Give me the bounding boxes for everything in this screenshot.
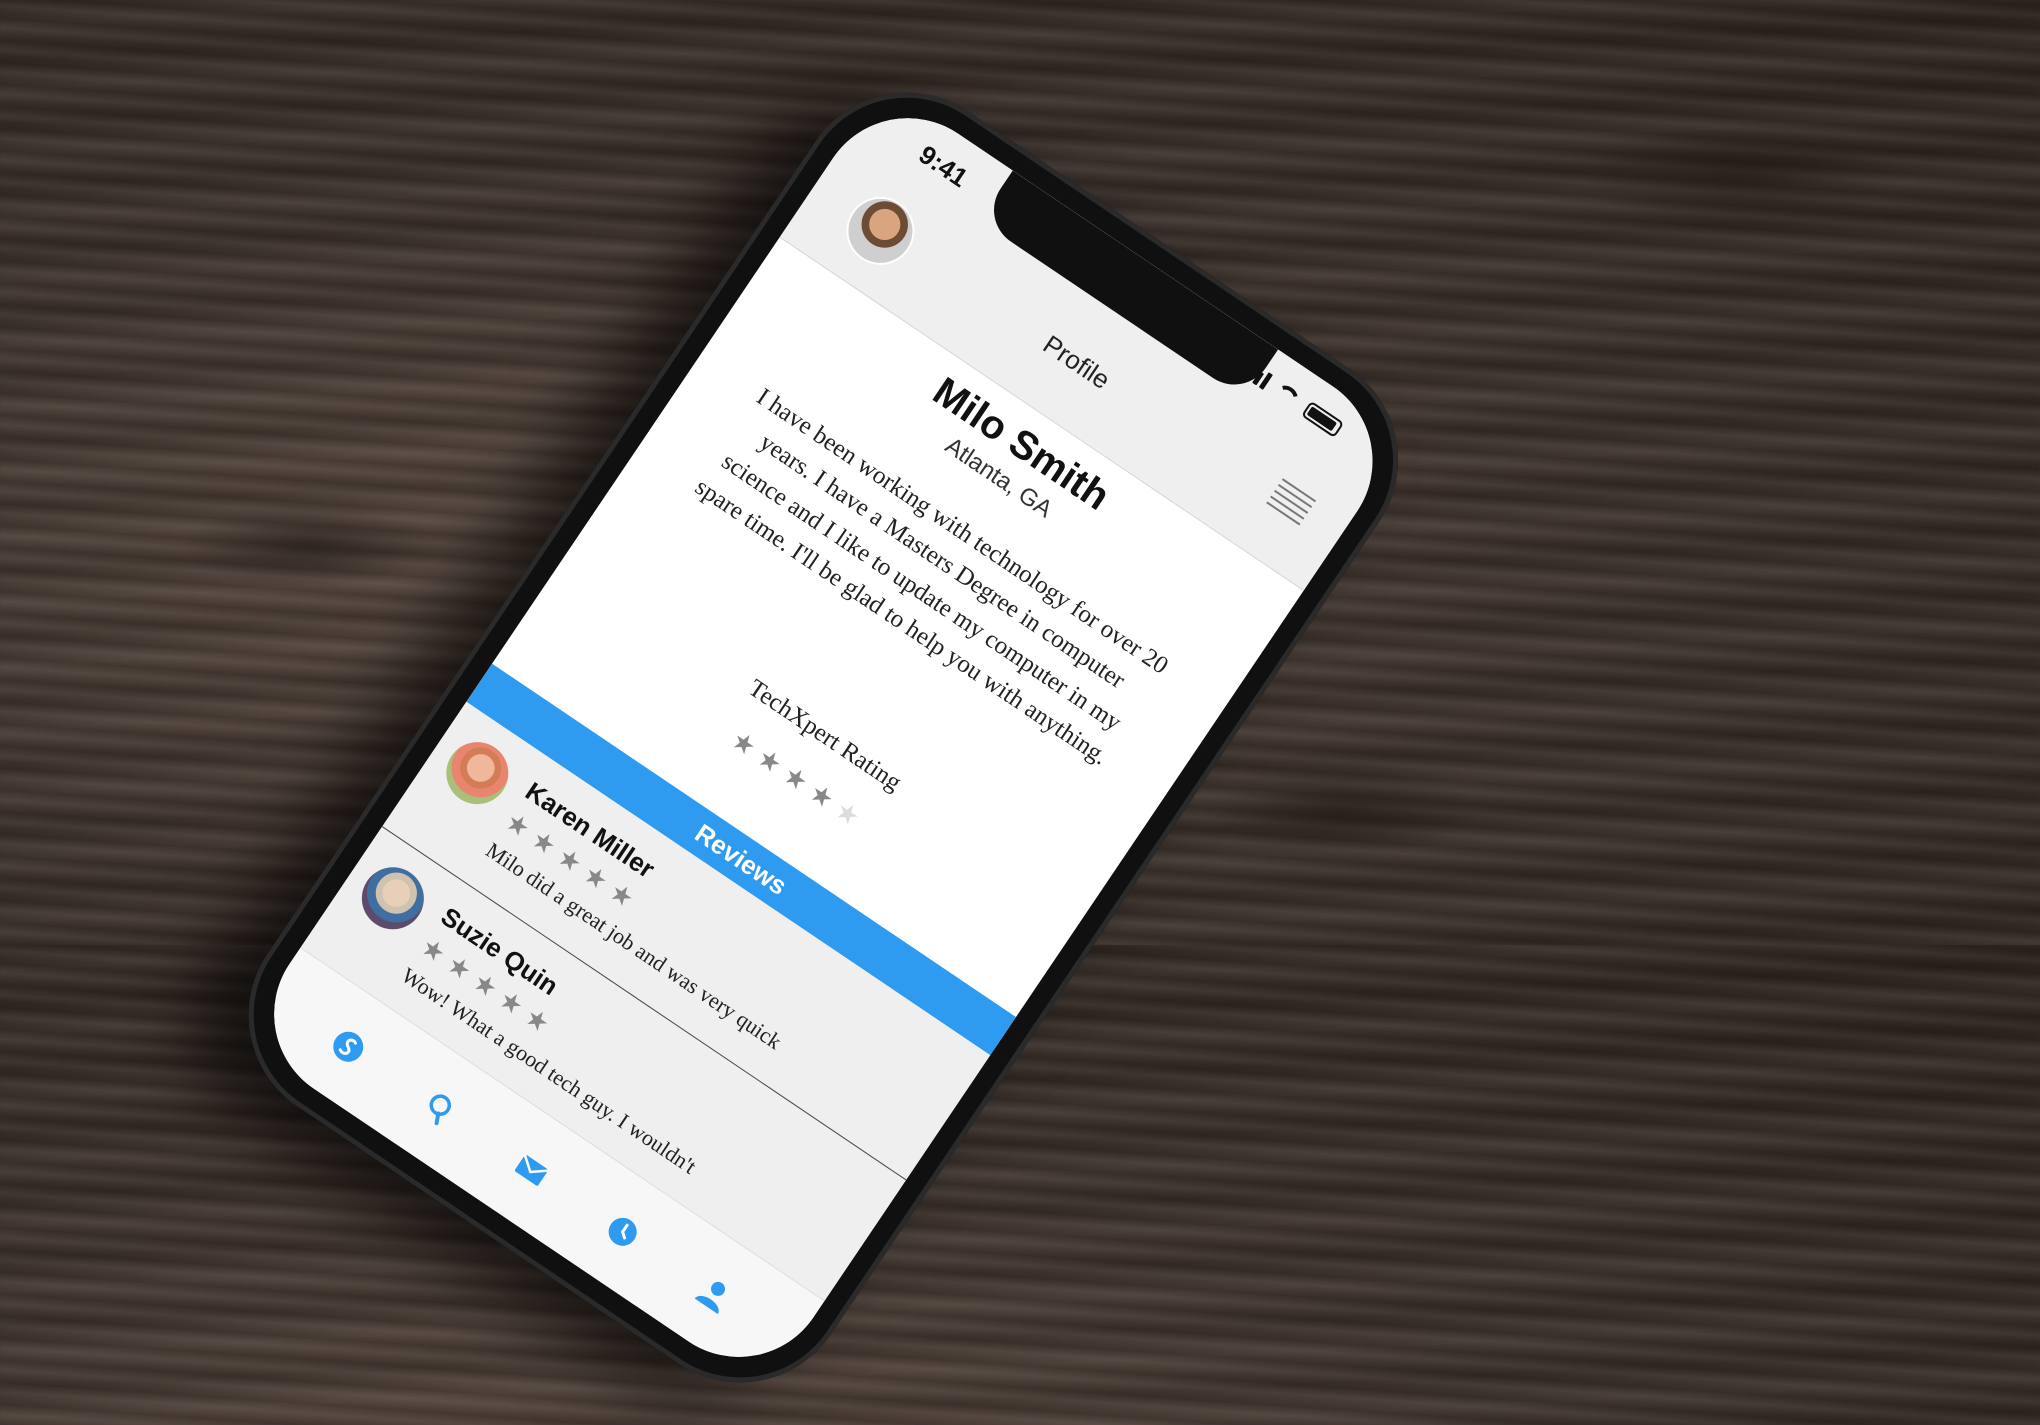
star-filled-icon: ★ xyxy=(519,1001,556,1039)
star-filled-icon: ★ xyxy=(467,965,504,1004)
battery-icon xyxy=(1301,400,1345,438)
tab-search[interactable] xyxy=(412,1080,468,1136)
star-empty-icon: ★ xyxy=(829,794,866,833)
home-icon xyxy=(333,1031,364,1062)
star-filled-icon: ★ xyxy=(803,776,840,815)
star-filled-icon: ★ xyxy=(777,759,815,798)
star-filled-icon: ★ xyxy=(500,805,537,844)
wifi-icon xyxy=(1271,381,1303,410)
star-filled-icon: ★ xyxy=(551,840,589,879)
reviewer-avatar xyxy=(434,730,521,817)
star-filled-icon: ★ xyxy=(415,930,452,969)
star-filled-icon: ★ xyxy=(725,724,763,763)
tab-history[interactable] xyxy=(595,1204,651,1260)
star-filled-icon: ★ xyxy=(751,741,789,780)
app-screen: 9:41 Profile Milo Smith Atlanta, GA I ha… xyxy=(239,83,1408,1392)
phone-mockup: 9:41 Profile Milo Smith Atlanta, GA I ha… xyxy=(205,50,1441,1425)
mail-icon xyxy=(515,1154,549,1186)
clock-icon xyxy=(609,1217,638,1246)
search-icon xyxy=(429,1093,451,1125)
tab-messages[interactable] xyxy=(504,1142,560,1198)
tab-home[interactable] xyxy=(321,1019,377,1075)
star-filled-icon: ★ xyxy=(441,948,478,987)
star-filled-icon: ★ xyxy=(525,823,563,862)
reviewer-avatar xyxy=(349,855,436,942)
tab-profile[interactable] xyxy=(687,1266,743,1322)
star-filled-icon: ★ xyxy=(603,875,640,914)
star-filled-icon: ★ xyxy=(493,983,530,1022)
user-icon xyxy=(694,1281,726,1314)
star-filled-icon: ★ xyxy=(577,858,614,897)
